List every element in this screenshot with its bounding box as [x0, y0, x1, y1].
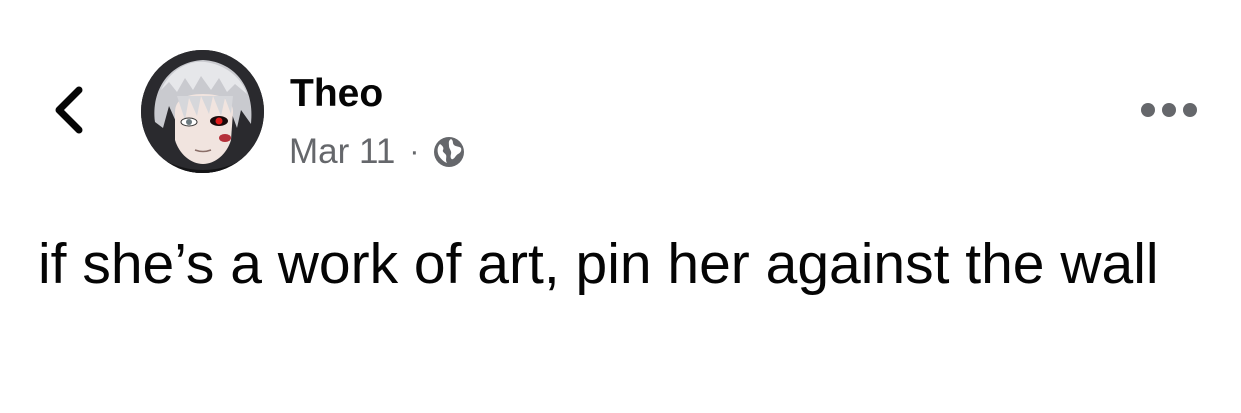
- more-horizontal-icon: [1141, 103, 1155, 117]
- more-horizontal-icon: [1183, 103, 1197, 117]
- author-name[interactable]: Theo: [290, 70, 383, 118]
- post-text: if she’s a work of art, pin her against …: [38, 232, 1159, 296]
- more-horizontal-icon: [1162, 103, 1176, 117]
- post-meta: Mar 11 ·: [289, 128, 466, 176]
- post-header: Theo Mar 11 ·: [0, 0, 1241, 200]
- meta-separator: ·: [409, 135, 420, 168]
- post-date[interactable]: Mar 11: [289, 132, 395, 172]
- chevron-left-icon: [55, 86, 83, 134]
- back-button[interactable]: [44, 82, 94, 138]
- more-options-button[interactable]: [1141, 92, 1197, 128]
- globe-icon: [434, 137, 465, 167]
- avatar[interactable]: [141, 50, 264, 173]
